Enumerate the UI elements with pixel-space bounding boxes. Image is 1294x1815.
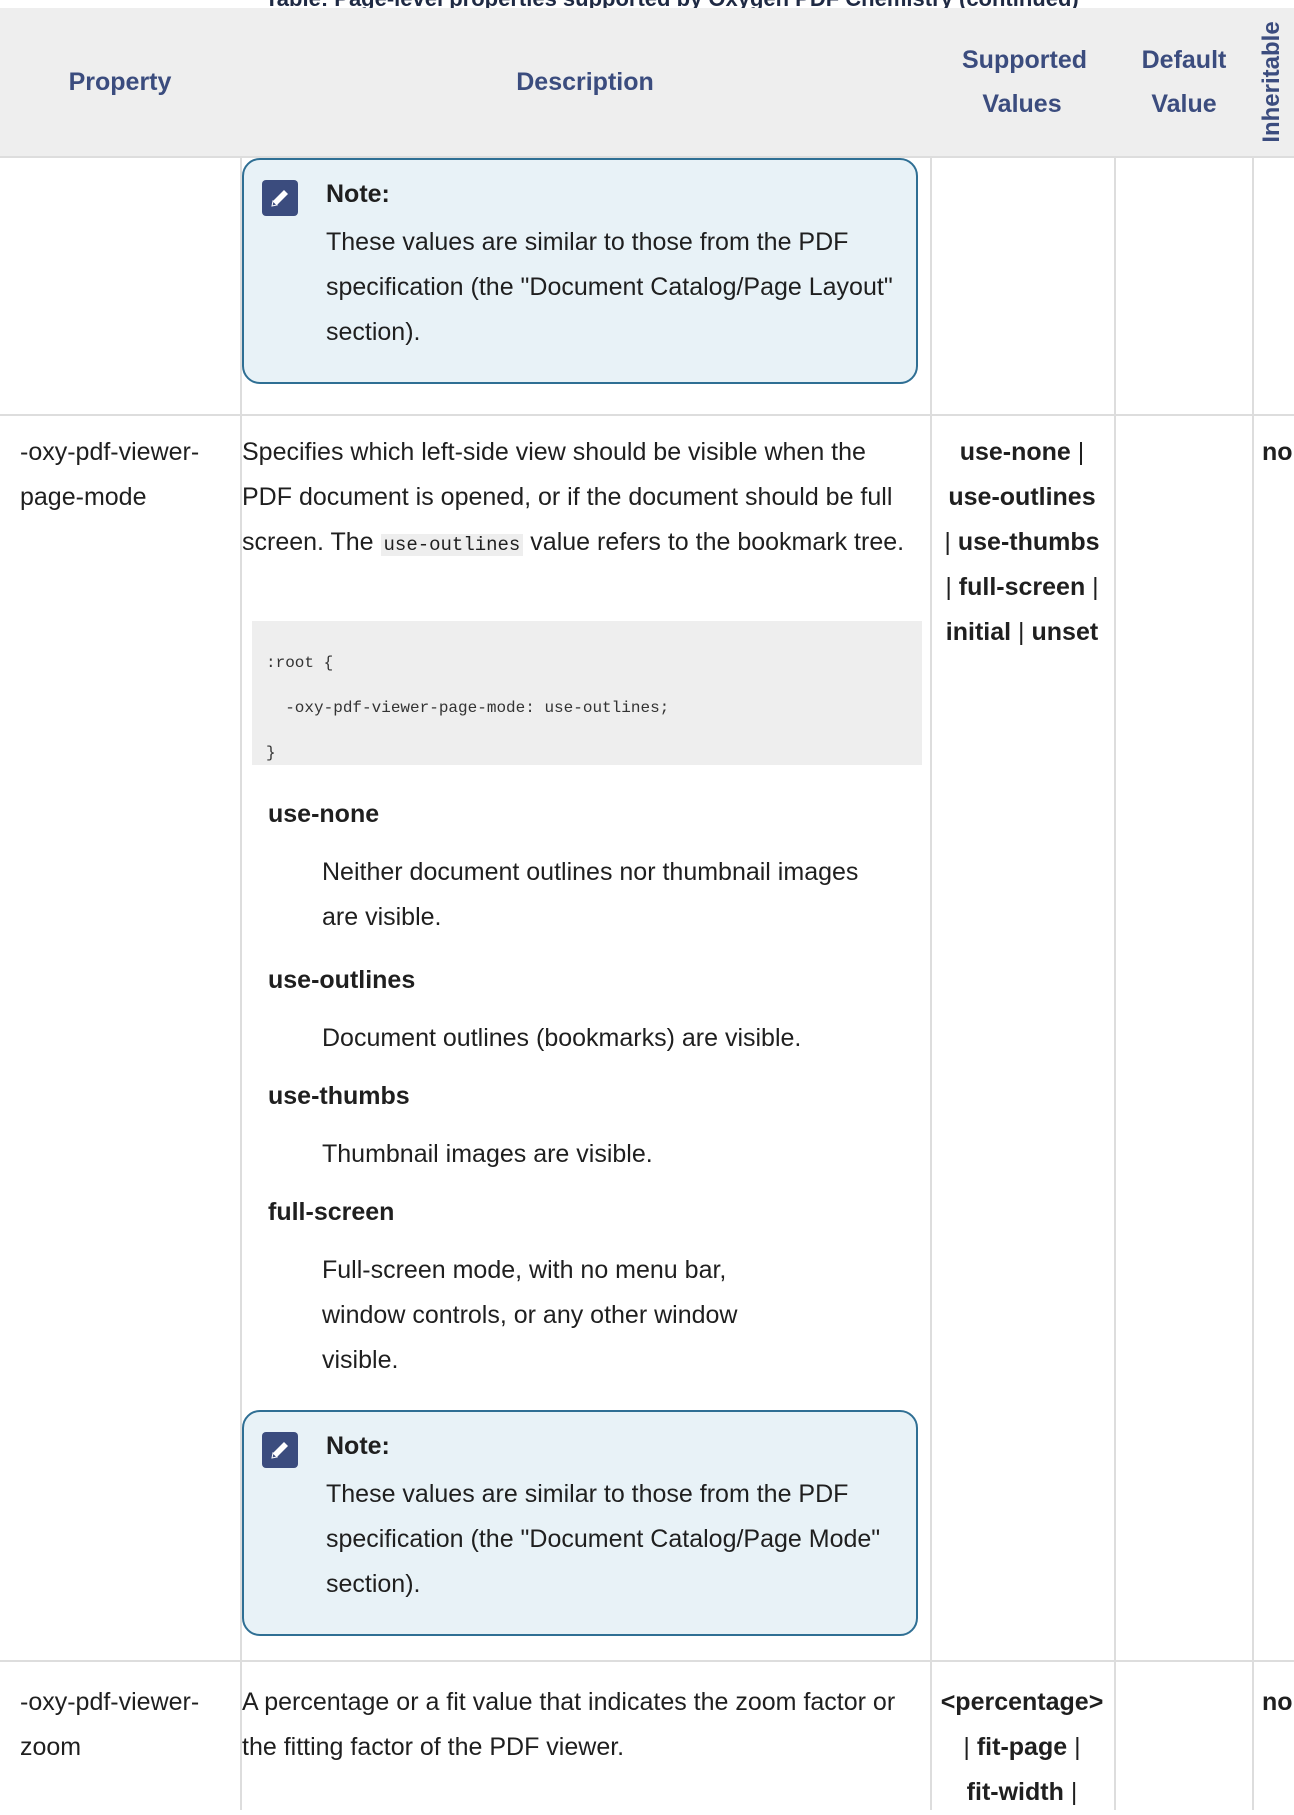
column-divider bbox=[930, 156, 932, 1810]
header-description: Description bbox=[516, 68, 654, 96]
inline-code: use-outlines bbox=[380, 534, 524, 556]
header-inheritable: Inheritable bbox=[1258, 21, 1285, 143]
definition-term: full-screen bbox=[268, 1198, 395, 1226]
column-divider bbox=[1252, 156, 1254, 1810]
header-supported-values: Supported Values bbox=[962, 46, 1087, 118]
note-box: Note: These values are similar to those … bbox=[242, 1410, 918, 1636]
property-description: Specifies which left-side view should be… bbox=[242, 438, 905, 556]
property-name: -oxy-pdf-viewer-zoom bbox=[20, 1688, 200, 1761]
table-header: Property Description Supported Values De… bbox=[0, 8, 1294, 158]
inheritable-value: no bbox=[1262, 1688, 1293, 1716]
code-block: :root { -oxy-pdf-viewer-page-mode: use-o… bbox=[252, 621, 922, 765]
definition-text: Full-screen mode, with no menu bar, wind… bbox=[322, 1256, 738, 1374]
note-title: Note: bbox=[326, 1432, 390, 1460]
row-divider bbox=[0, 414, 1294, 416]
note-title: Note: bbox=[326, 180, 390, 208]
row-divider bbox=[0, 1660, 1294, 1662]
column-divider bbox=[1114, 156, 1116, 1810]
table-caption: Table: Page-level properties supported b… bbox=[0, 0, 1294, 8]
pencil-icon bbox=[262, 1432, 298, 1468]
note-box: Note: These values are similar to those … bbox=[242, 158, 918, 384]
definition-term: use-none bbox=[268, 800, 380, 828]
header-property: Property bbox=[68, 68, 172, 96]
property-name: -oxy-pdf-viewer-page-mode bbox=[20, 438, 200, 511]
definition-text: Document outlines (bookmarks) are visibl… bbox=[322, 1024, 802, 1052]
definition-term: use-outlines bbox=[268, 966, 416, 994]
note-text: These values are similar to those from t… bbox=[326, 1480, 881, 1598]
definition-text: Neither document outlines nor thumbnail … bbox=[322, 858, 859, 931]
pencil-icon bbox=[262, 180, 298, 216]
header-default-value: Default Value bbox=[1141, 46, 1227, 118]
supported-values: <percentage> | fit-page | fit-width | bbox=[940, 1688, 1104, 1806]
definition-text: Thumbnail images are visible. bbox=[322, 1140, 653, 1168]
inheritable-value: no bbox=[1262, 438, 1293, 466]
property-description: A percentage or a fit value that indicat… bbox=[242, 1688, 896, 1761]
supported-values: use-none | use-outlines | use-thumbs | f… bbox=[944, 438, 1100, 646]
note-text: These values are similar to those from t… bbox=[326, 228, 893, 346]
definition-term: use-thumbs bbox=[268, 1082, 410, 1110]
